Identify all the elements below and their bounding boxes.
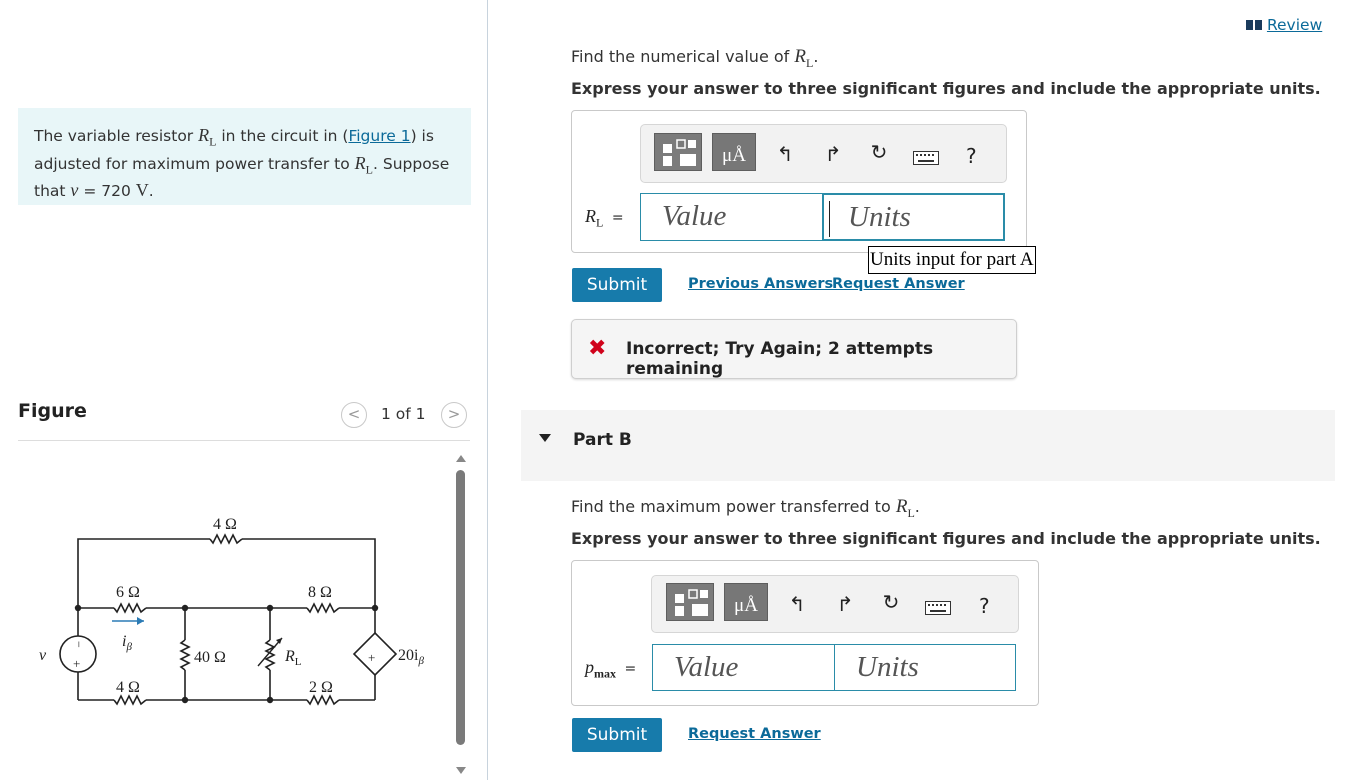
templates-icon: [663, 139, 696, 166]
problem-text: in the circuit in (: [216, 127, 349, 145]
label-dependent-source: 20iβ: [398, 647, 424, 667]
help-button[interactable]: ?: [966, 144, 977, 168]
pane-divider[interactable]: [487, 0, 488, 780]
resistor-bottom-4ohm: [113, 694, 147, 706]
rl-symbol: RL: [198, 125, 217, 149]
label-r-8: 8 Ω: [308, 584, 332, 601]
part-b-units-input[interactable]: Units: [834, 644, 1016, 691]
scroll-down-arrow-icon: [456, 767, 466, 774]
units-button[interactable]: μÅ: [712, 133, 756, 171]
part-b-submit-button[interactable]: Submit: [572, 718, 662, 752]
problem-text: = 720: [78, 182, 136, 201]
review-link[interactable]: Review: [1246, 16, 1322, 34]
undo-icon[interactable]: ↰: [772, 142, 798, 166]
templates-button[interactable]: [654, 133, 702, 171]
part-a-feedback: ✖ Incorrect; Try Again; 2 attempts remai…: [571, 319, 1017, 379]
volt-unit: V: [135, 180, 149, 201]
part-b-prompt: Find the maximum power transferred to RL…: [571, 496, 920, 520]
book-icon: [1246, 20, 1262, 30]
templates-icon: [675, 589, 708, 616]
part-b-header[interactable]: Part B: [521, 410, 1335, 481]
redo-icon[interactable]: ↱: [832, 592, 858, 616]
label-r-2: 2 Ω: [309, 679, 333, 696]
help-button[interactable]: ?: [979, 594, 990, 618]
node-dot: [181, 696, 189, 704]
collapse-triangle-icon: [539, 434, 551, 442]
keyboard-icon[interactable]: [925, 600, 951, 619]
undo-icon[interactable]: ↰: [784, 592, 810, 616]
part-a-value-input[interactable]: Value: [640, 193, 823, 241]
units-tooltip: Units input for part A: [868, 246, 1036, 274]
units-button[interactable]: μÅ: [724, 583, 768, 621]
figure-link[interactable]: Figure 1: [348, 127, 410, 145]
label-i-beta: iβ: [122, 633, 132, 653]
text-cursor: [829, 201, 830, 238]
prev-figure-button[interactable]: <: [341, 402, 367, 428]
feedback-text: Incorrect; Try Again; 2 attempts remaini…: [626, 339, 934, 379]
rl-symbol: RL: [354, 152, 373, 177]
part-a-instruction: Express your answer to three significant…: [571, 79, 1321, 98]
redo-icon[interactable]: ↱: [820, 142, 846, 166]
keyboard-icon[interactable]: [913, 150, 939, 169]
resistor-top-4ohm: [209, 533, 243, 545]
part-b-input-label: pmax =: [585, 657, 637, 681]
figure-pager-count: 1 of 1: [381, 405, 426, 423]
part-b-instruction: Express your answer to three significant…: [571, 529, 1321, 548]
units-placeholder: Units: [848, 201, 911, 233]
part-b-request-answer-link[interactable]: Request Answer: [688, 726, 821, 742]
resistor-6ohm: [113, 602, 147, 614]
problem-text: .: [148, 182, 154, 201]
resistor-2ohm: [306, 694, 340, 706]
node-dot: [74, 604, 82, 612]
part-a-submit-button[interactable]: Submit: [572, 268, 662, 302]
dep-source-plus: +: [368, 650, 375, 665]
previous-answers-link[interactable]: Previous Answers: [688, 276, 833, 292]
part-b-value-input[interactable]: Value: [652, 644, 835, 691]
node-dot: [371, 604, 379, 612]
source-minus: −: [72, 641, 86, 648]
part-a-input-label: RL =: [585, 206, 624, 230]
circuit-diagram: 4 Ω 6 Ω 8 Ω 40 Ω 4 Ω 2 Ω RL iβ 20iβ v + …: [39, 516, 424, 706]
label-r-top: 4 Ω: [213, 516, 237, 533]
part-a-prompt: Find the numerical value of RL.: [571, 46, 819, 70]
resistor-8ohm: [306, 602, 340, 614]
problem-statement: The variable resistor RL in the circuit …: [18, 108, 471, 205]
label-r-6: 6 Ω: [116, 584, 140, 601]
reset-icon[interactable]: ↻: [878, 590, 904, 614]
label-rl: RL: [284, 648, 302, 668]
scroll-thumb[interactable]: [456, 470, 465, 745]
scroll-up-arrow-icon: [456, 455, 466, 462]
node-dot: [181, 604, 189, 612]
resistor-40ohm: [179, 639, 191, 671]
figure-divider: [18, 440, 470, 441]
label-r-bottom-left: 4 Ω: [116, 679, 140, 696]
figure-title: Figure: [18, 400, 87, 422]
part-a-request-answer-link[interactable]: Request Answer: [832, 276, 965, 292]
part-a-units-input[interactable]: Units: [822, 193, 1005, 241]
label-source-v: v: [39, 647, 47, 664]
incorrect-x-icon: ✖: [588, 336, 607, 361]
problem-text: The variable resistor: [34, 127, 199, 145]
node-dot: [266, 696, 274, 704]
part-b-title: Part B: [573, 430, 632, 450]
templates-button[interactable]: [666, 583, 714, 621]
next-figure-button[interactable]: >: [441, 402, 467, 428]
node-dot: [266, 604, 274, 612]
source-plus: +: [73, 656, 80, 671]
label-r-40: 40 Ω: [194, 649, 226, 666]
reset-icon[interactable]: ↻: [866, 140, 892, 164]
